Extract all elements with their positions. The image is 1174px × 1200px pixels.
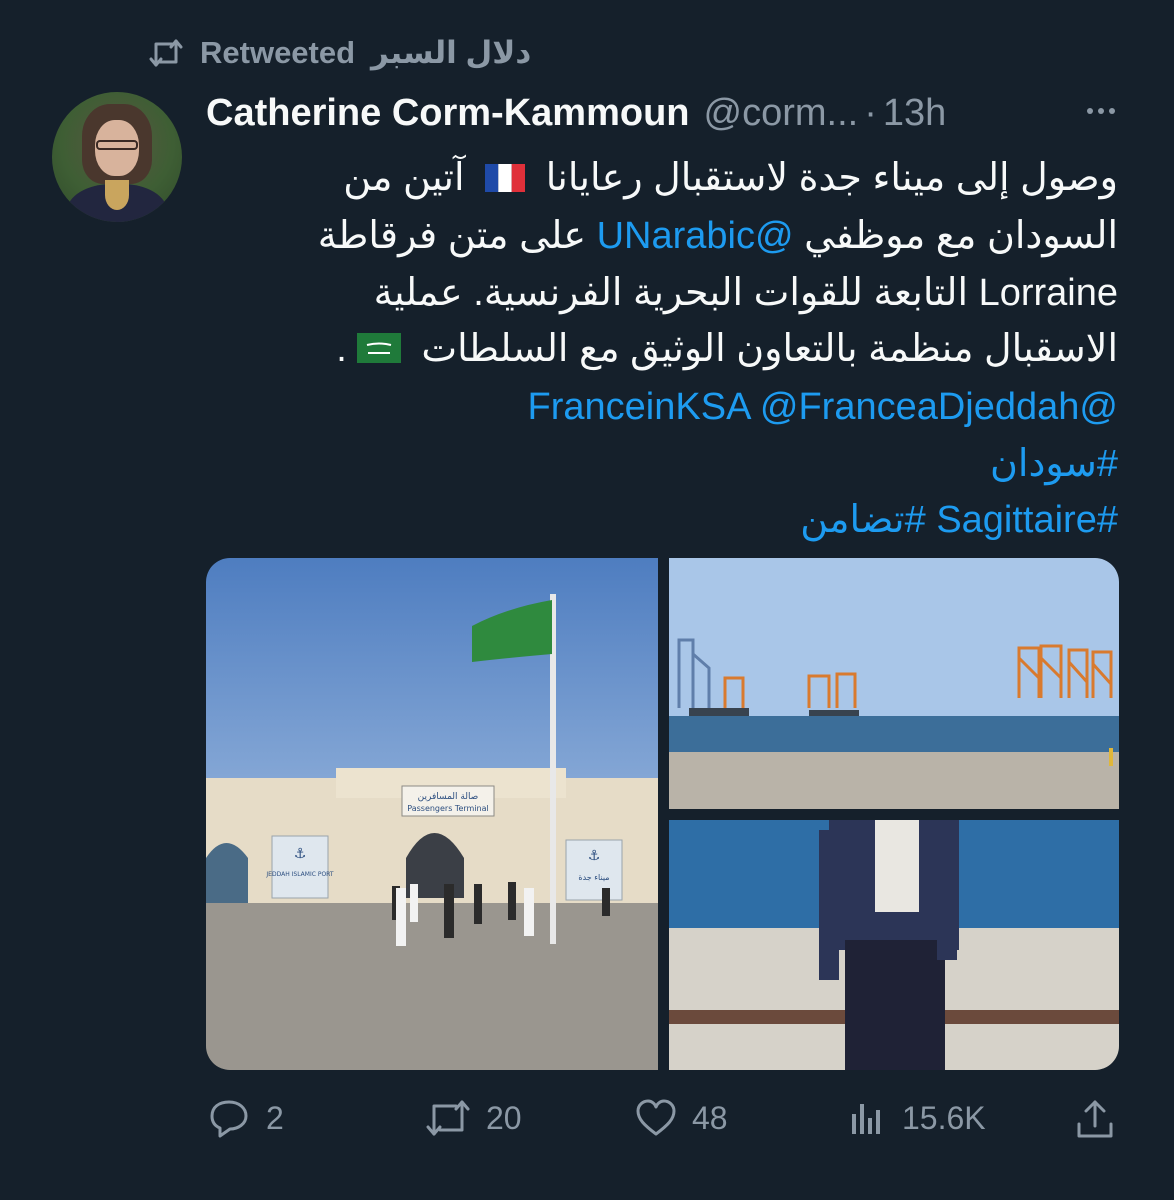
reply-count: 2 [266,1099,284,1136]
retweet-label: Retweeted [200,35,356,70]
avatar[interactable] [52,92,182,222]
hashtag-sudan[interactable]: #سودان [990,443,1118,485]
svg-text:⚓: ⚓ [588,847,601,863]
reply-icon [206,1098,252,1138]
retweet-icon [148,38,184,68]
like-button[interactable]: 48 [634,1098,728,1138]
flag-saudi-icon [356,323,401,380]
more-options-icon[interactable] [1084,94,1118,138]
svg-text:⚓: ⚓ [294,845,307,861]
tweet-actions: 2 20 48 15.6K [206,1090,1118,1146]
retweet-context[interactable]: Retweeted دلال السبر [148,28,531,78]
author-handle[interactable]: @corm... [704,92,859,135]
heart-icon [634,1098,678,1138]
banner-en: JEDDAH ISLAMIC PORT [265,871,333,878]
photo-port-cranes[interactable] [669,558,1119,809]
like-count: 48 [692,1099,728,1136]
tweet-text: وصول إلى ميناء جدة لاستقبال رعايانا آتين… [206,150,1118,549]
analytics-icon [848,1098,888,1138]
retweet-button[interactable]: 20 [424,1098,522,1138]
views-button[interactable]: 15.6K [848,1098,986,1138]
photo-person-pier[interactable] [669,820,1119,1070]
text-line-4: الاسقبال منظمة بالتعاون الوثيق مع السلطا… [421,328,1118,371]
text-line-2-post: على متن فرقاطة [317,215,587,258]
retweeter-name[interactable]: دلال السبر [371,35,531,71]
text-line-1: وصول إلى ميناء جدة لاستقبال رعايانا [545,157,1118,199]
mention-unarabic[interactable]: @UNarabic [597,215,794,257]
terminal-sign-en: Passengers Terminal [407,804,489,813]
text-line-4-end: . [336,328,347,371]
hashtag-solidarity[interactable]: #تضامن [800,499,926,541]
retweet-icon [424,1098,472,1138]
views-count: 15.6K [902,1099,986,1136]
photo-passenger-terminal[interactable]: صالة المسافرين Passengers Terminal ⚓ JED… [206,558,658,1070]
tweet-header: Catherine Corm-Kammoun @corm... · 13h [206,88,1136,138]
tweet-timestamp[interactable]: 13h [883,92,946,135]
flag-france-icon [485,152,526,209]
share-icon [1074,1098,1116,1140]
text-line-3: Lorraine التابعة للقوات البحرية الفرنسية… [373,271,1118,314]
reply-button[interactable]: 2 [206,1098,284,1138]
banner-ar: ميناء جدة [578,873,609,882]
media-grid: صالة المسافرين Passengers Terminal ⚓ JED… [206,558,1119,1070]
text-line-1-tail: آتين من [343,157,465,199]
retweet-count: 20 [486,1099,522,1136]
author-name[interactable]: Catherine Corm-Kammoun [206,92,690,135]
separator-dot: · [864,91,877,134]
terminal-sign-ar: صالة المسافرين [418,792,479,802]
mention-franceadjeddah[interactable]: @FranceaDjeddah [760,386,1080,428]
text-line-2-pre: السودان مع موظفي [804,215,1118,258]
hashtag-sagittaire[interactable]: #Sagittaire [936,499,1118,541]
share-button[interactable] [1074,1098,1116,1140]
